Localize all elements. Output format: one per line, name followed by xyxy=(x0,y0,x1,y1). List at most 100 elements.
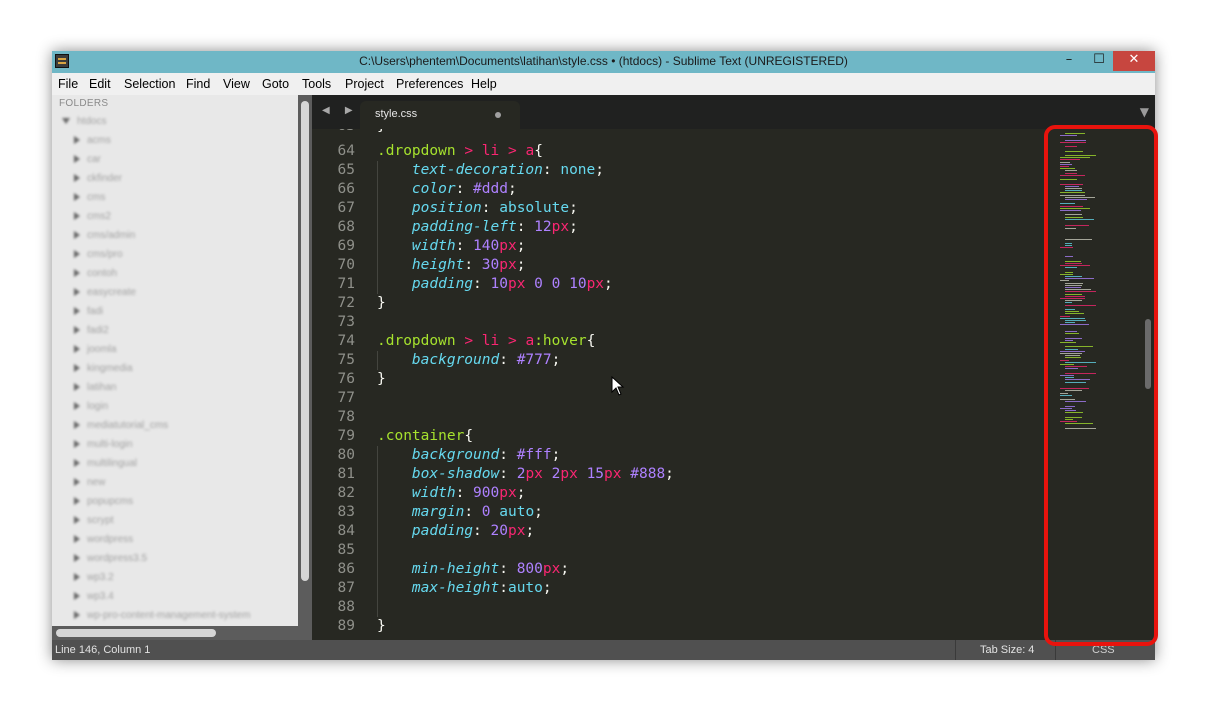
tree-folder-label: wp3.4 xyxy=(87,591,114,602)
tree-folder-item[interactable]: wp-pro-content-management-system xyxy=(74,610,250,626)
tree-folder-item[interactable]: multi-login xyxy=(74,439,133,455)
code-line[interactable]: 69 width: 140px; xyxy=(312,237,1040,256)
tree-folder-item[interactable]: mediatutorial_cms xyxy=(74,420,168,436)
line-code: .container{ xyxy=(377,428,474,444)
tree-folder-item[interactable]: multilingual xyxy=(74,458,137,474)
code-line[interactable]: 88 xyxy=(312,598,1040,617)
sidebar-hscroll-thumb[interactable] xyxy=(56,629,216,637)
code-line[interactable]: 78 xyxy=(312,408,1040,427)
line-number: 87 xyxy=(337,580,355,596)
tree-folder-item[interactable]: car xyxy=(74,154,101,170)
code-line[interactable]: 85 xyxy=(312,541,1040,560)
code-line[interactable]: 73 xyxy=(312,313,1040,332)
menu-project[interactable]: Project xyxy=(345,77,384,91)
tree-folder-item[interactable]: easycreate xyxy=(74,287,136,303)
code-line[interactable]: 87 max-height:auto; xyxy=(312,579,1040,598)
code-line[interactable]: 65 text-decoration: none; xyxy=(312,161,1040,180)
line-code: } xyxy=(377,129,386,136)
tree-folder-item[interactable]: wordpress3.5 xyxy=(74,553,147,569)
tree-folder-item[interactable]: ckfinder xyxy=(74,173,122,189)
menu-tools[interactable]: Tools xyxy=(302,77,331,91)
code-line[interactable]: 81 box-shadow: 2px 2px 15px #888; xyxy=(312,465,1040,484)
code-line[interactable]: 64 .dropdown > li > a{ xyxy=(312,142,1040,161)
collapsed-arrow-icon xyxy=(74,155,80,164)
line-number: 88 xyxy=(337,599,355,615)
tab-label: style.css xyxy=(375,108,418,120)
tab-dropdown-icon[interactable]: ▼ xyxy=(1140,105,1149,119)
menu-edit[interactable]: Edit xyxy=(89,77,111,91)
code-line[interactable]: 72} xyxy=(312,294,1040,313)
code-line[interactable]: 70 height: 30px; xyxy=(312,256,1040,275)
tree-folder-item[interactable]: wp3.4 xyxy=(74,591,114,607)
title-bar[interactable]: C:\Users\phentem\Documents\latihan\style… xyxy=(52,51,1155,73)
code-line[interactable]: 66 color: #ddd; xyxy=(312,180,1040,199)
tree-folder-item[interactable]: cms2 xyxy=(74,211,111,227)
code-line[interactable]: 83 margin: 0 auto; xyxy=(312,503,1040,522)
menu-file[interactable]: File xyxy=(58,77,78,91)
menu-help[interactable]: Help xyxy=(471,77,497,91)
code-line[interactable]: 77 xyxy=(312,389,1040,408)
line-code: margin: 0 auto; xyxy=(411,504,543,520)
tree-folder-item[interactable]: fadi xyxy=(74,306,103,322)
tree-folder-item[interactable]: cms xyxy=(74,192,105,208)
collapsed-arrow-icon xyxy=(74,611,80,620)
tree-root[interactable]: htdocs xyxy=(62,116,106,132)
close-button[interactable]: ✕ xyxy=(1113,51,1155,71)
tree-folder-item[interactable]: wp3.2 xyxy=(74,572,114,588)
tree-folder-item[interactable]: fadi2 xyxy=(74,325,109,341)
menu-find[interactable]: Find xyxy=(186,77,210,91)
collapsed-arrow-icon xyxy=(74,326,80,335)
tab-nav-arrows-icon[interactable]: ◀ ▶ xyxy=(322,105,359,116)
tree-folder-item[interactable]: cms/admin xyxy=(74,230,135,246)
code-line[interactable]: 80 background: #fff; xyxy=(312,446,1040,465)
code-line[interactable]: 71 padding: 10px 0 0 10px; xyxy=(312,275,1040,294)
sidebar-horizontal-scrollbar[interactable] xyxy=(52,626,298,640)
tree-folder-label: acms xyxy=(87,135,111,146)
code-line[interactable]: 84 padding: 20px; xyxy=(312,522,1040,541)
code-line[interactable]: 82 width: 900px; xyxy=(312,484,1040,503)
menu-preferences[interactable]: Preferences xyxy=(396,77,463,91)
code-line[interactable]: 67 position: absolute; xyxy=(312,199,1040,218)
sidebar-scroll-thumb[interactable] xyxy=(301,101,309,581)
code-editor[interactable]: 63} 64 .dropdown > li > a{65 text-decorati… xyxy=(312,129,1040,640)
tree-folder-item[interactable]: new xyxy=(74,477,105,493)
menu-selection[interactable]: Selection xyxy=(124,77,175,91)
collapsed-arrow-icon xyxy=(74,307,80,316)
tree-folder-label: ckfinder xyxy=(87,173,123,184)
minimize-button[interactable]: – xyxy=(1052,51,1086,71)
tree-folder-item[interactable]: acms xyxy=(74,135,111,151)
tree-folder-item[interactable]: scrypt xyxy=(74,515,114,531)
tree-folder-item[interactable]: login xyxy=(74,401,108,417)
tree-folder-item[interactable]: wordpress xyxy=(74,534,133,550)
tree-folder-item[interactable]: joomla xyxy=(74,344,116,360)
tree-folder-item[interactable]: cms/pro xyxy=(74,249,123,265)
code-line[interactable]: 89} xyxy=(312,617,1040,636)
tree-folder-item[interactable]: contoh xyxy=(74,268,117,284)
tree-folder-item[interactable]: latihan xyxy=(74,382,116,398)
line-number: 80 xyxy=(337,447,355,463)
tree-folder-item[interactable]: kingmedia xyxy=(74,363,133,379)
indent-guide xyxy=(377,351,378,370)
indent-guide xyxy=(377,161,378,294)
collapsed-arrow-icon xyxy=(74,383,80,392)
line-number: 73 xyxy=(337,314,355,330)
code-line[interactable]: 63} xyxy=(312,129,1040,136)
tab-style-css[interactable]: style.css xyxy=(360,101,520,129)
code-line[interactable]: 76} xyxy=(312,370,1040,389)
code-line[interactable]: 75 background: #777; xyxy=(312,351,1040,370)
maximize-button[interactable]: ☐ xyxy=(1086,51,1112,71)
tree-folder-item[interactable]: popupcms xyxy=(74,496,133,512)
menu-goto[interactable]: Goto xyxy=(262,77,289,91)
mouse-cursor-icon xyxy=(611,376,625,396)
sidebar-vertical-scrollbar[interactable] xyxy=(298,95,312,640)
tab-size-indicator[interactable]: Tab Size: 4 xyxy=(980,644,1034,656)
code-line[interactable]: 86 min-height: 800px; xyxy=(312,560,1040,579)
code-line[interactable]: 68 padding-left: 12px; xyxy=(312,218,1040,237)
code-line[interactable]: 79 .container{ xyxy=(312,427,1040,446)
collapsed-arrow-icon xyxy=(74,269,80,278)
code-line[interactable]: 74 .dropdown > li > a:hover{ xyxy=(312,332,1040,351)
collapsed-arrow-icon xyxy=(74,193,80,202)
menu-view[interactable]: View xyxy=(223,77,250,91)
unsaved-dot-icon[interactable] xyxy=(495,112,501,118)
collapsed-arrow-icon xyxy=(74,402,80,411)
